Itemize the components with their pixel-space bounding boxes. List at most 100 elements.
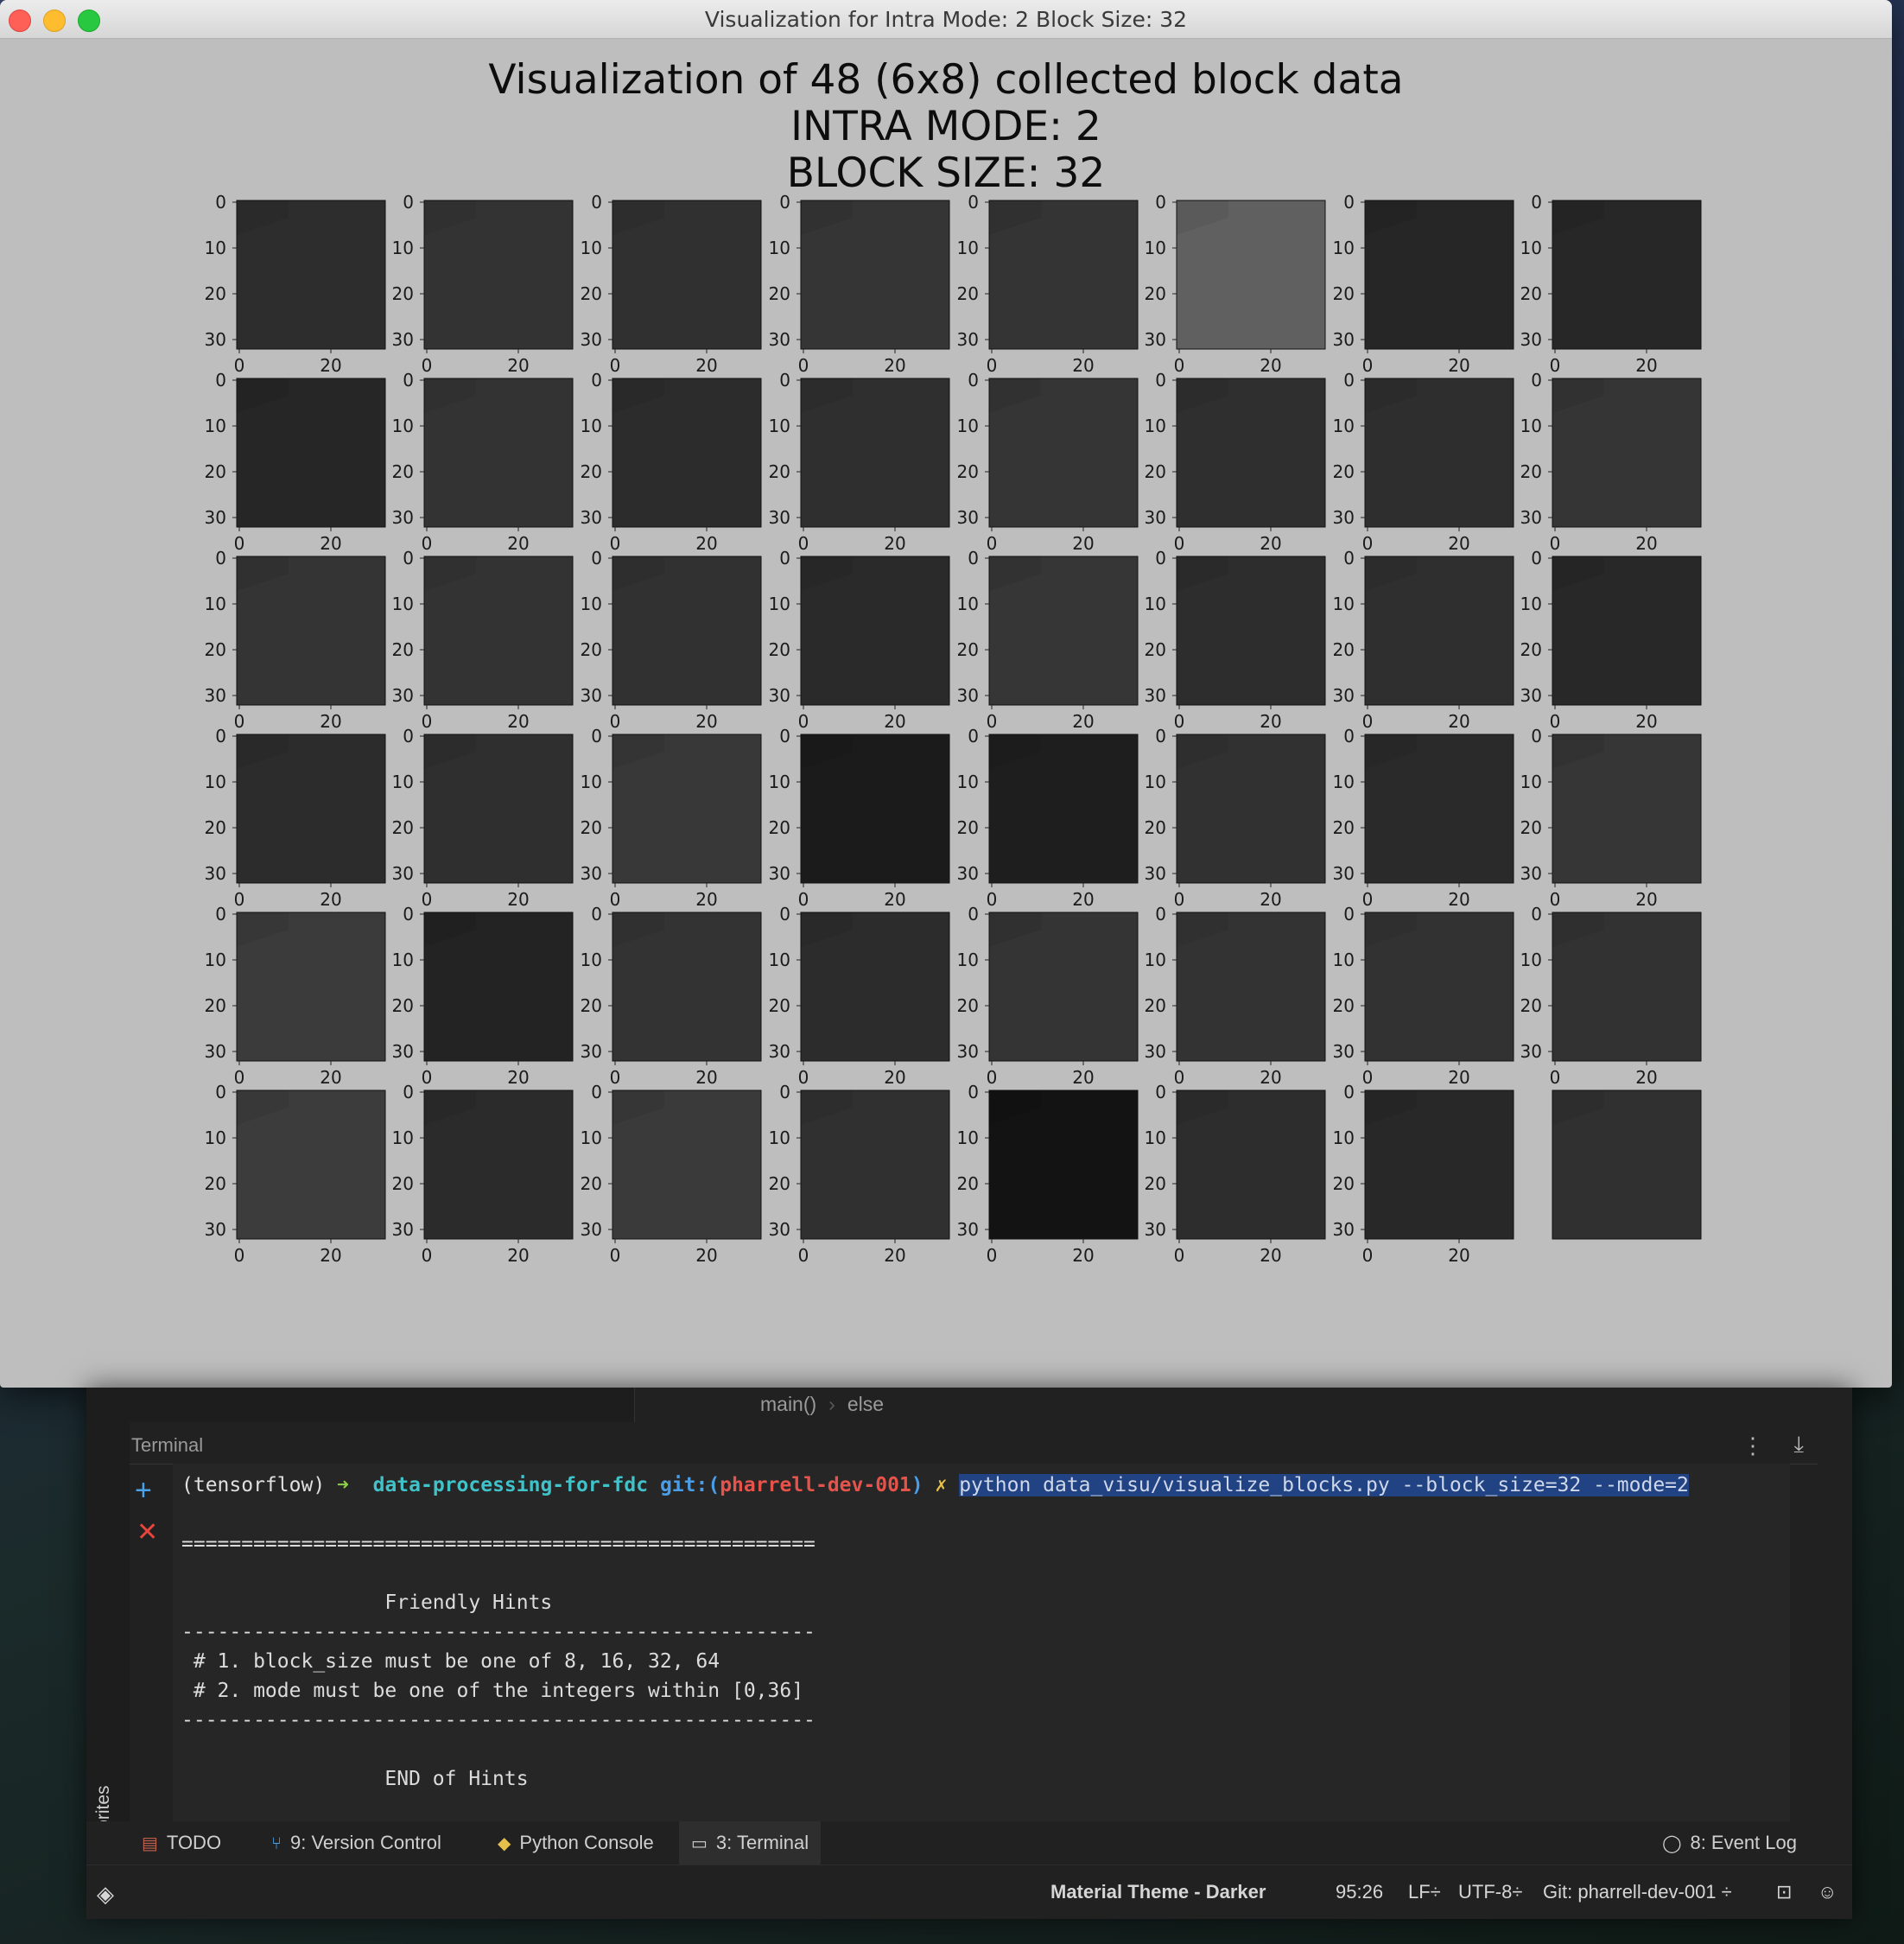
y-tick-label: 10 [1333,238,1355,258]
y-tick-label: 20 [1333,1173,1355,1194]
y-tick-label: 20 [1333,639,1355,660]
y-tick-label: 0 [1155,548,1166,569]
hide-panel-icon[interactable]: ⤓ [1794,1431,1805,1458]
y-tick-label: 30 [581,685,602,706]
y-tick-label: 30 [1520,863,1542,884]
tab-python-console[interactable]: ◆ Python Console [486,1821,666,1865]
y-tick-label: 20 [205,639,226,660]
status-line-separator[interactable]: LF÷ [1408,1881,1441,1903]
x-tick-label: 0 [1550,533,1561,554]
status-cursor-position[interactable]: 95:26 [1336,1881,1383,1903]
y-tick-label: 10 [957,416,979,436]
status-theme[interactable]: Material Theme - Darker [1050,1881,1266,1903]
y-tick-label: 30 [1333,685,1355,706]
y-tick-label: 0 [1343,370,1355,391]
y-tick-label: 0 [1531,904,1542,924]
terminal-output-line: # 1. block_size must be one of 8, 16, 32… [181,1650,720,1673]
x-tick-label: 0 [987,355,998,376]
y-tick-label: 30 [1145,507,1166,528]
y-tick-label: 20 [1333,283,1355,304]
x-tick-label: 0 [1362,533,1374,554]
y-tick-label: 20 [1145,461,1166,482]
status-encoding[interactable]: UTF-8÷ [1458,1881,1522,1903]
tab-event-log[interactable]: ◯ 8: Event Log [1650,1821,1809,1865]
block-subplot: 0 10 20 30 0 20 [205,726,386,910]
y-tick-label: 0 [591,548,602,569]
tab-todo[interactable]: ▤ TODO [130,1821,233,1865]
x-tick-label: 20 [1448,355,1469,376]
y-tick-label: 0 [403,1082,414,1102]
y-tick-label: 30 [769,329,790,350]
y-tick-label: 10 [581,1128,602,1148]
block-subplot: 0 10 20 30 0 20 [205,548,386,732]
y-tick-label: 0 [215,904,226,924]
y-tick-label: 10 [957,594,979,614]
status-git-branch[interactable]: Git: pharrell-dev-001 ÷ [1543,1881,1732,1903]
tab-terminal[interactable]: ▭ 3: Terminal [679,1821,822,1865]
x-tick-label: 20 [507,1067,529,1088]
lock-icon[interactable]: ⊡ [1776,1881,1792,1903]
terminal-output[interactable]: (tensorflow) ➜ data-processing-for-fdc g… [173,1464,1790,1821]
x-tick-label: 0 [610,1245,621,1266]
x-tick-label: 20 [1635,533,1657,554]
x-tick-label: 20 [1072,889,1094,910]
y-tick-label: 10 [1520,416,1542,436]
x-tick-label: 20 [1260,889,1281,910]
y-tick-label: 20 [957,817,979,838]
tab-label: TODO [166,1832,222,1853]
y-tick-label: 10 [205,772,226,792]
breadcrumb-item-main[interactable]: main() [760,1393,816,1415]
y-tick-label: 10 [769,238,790,258]
x-tick-label: 0 [798,533,809,554]
y-tick-label: 0 [215,726,226,746]
x-tick-label: 20 [507,533,529,554]
x-tick-label: 0 [234,889,245,910]
breadcrumb-item-else[interactable]: else [847,1393,884,1415]
inspector-icon[interactable]: ☺ [1818,1881,1837,1903]
y-tick-label: 20 [769,639,790,660]
prompt-arrow: ➜ [337,1474,349,1496]
y-tick-label: 20 [1145,639,1166,660]
x-tick-label: 0 [1174,889,1185,910]
y-tick-label: 0 [968,370,979,391]
y-tick-label: 10 [1145,594,1166,614]
terminal-output-line: END of Hints [181,1768,529,1790]
x-tick-label: 0 [1362,1067,1374,1088]
x-tick-label: 0 [1550,1067,1561,1088]
terminal-command[interactable]: python data_visu/visualize_blocks.py --b… [959,1474,1689,1496]
y-tick-label: 0 [591,370,602,391]
y-tick-label: 30 [1145,329,1166,350]
close-terminal-icon[interactable]: ✕ [136,1517,158,1547]
tab-version-control[interactable]: ⑂ 9: Version Control [259,1821,454,1865]
block-subplot: 0 10 20 30 0 20 [769,1082,950,1266]
terminal-output-line: Friendly Hints [181,1591,553,1614]
y-tick-label: 0 [1343,192,1355,213]
y-tick-label: 10 [957,772,979,792]
x-tick-label: 20 [884,355,905,376]
y-tick-label: 10 [957,950,979,970]
y-tick-label: 10 [392,772,414,792]
y-tick-label: 20 [1145,817,1166,838]
y-tick-label: 10 [769,772,790,792]
layers-icon[interactable]: ◈ [97,1881,114,1908]
x-tick-label: 20 [695,711,717,732]
y-tick-label: 20 [392,461,414,482]
y-tick-label: 0 [968,1082,979,1102]
tab-label: 8: Event Log [1690,1832,1797,1853]
y-tick-label: 0 [1155,192,1166,213]
y-tick-label: 10 [1145,416,1166,436]
x-tick-label: 20 [1635,355,1657,376]
y-tick-label: 0 [779,726,790,746]
new-terminal-icon[interactable]: + [135,1474,152,1508]
block-subplot: 0 10 20 30 0 20 [1145,548,1326,732]
more-options-icon[interactable]: ⋮ [1742,1433,1764,1459]
y-tick-label: 10 [1333,594,1355,614]
x-tick-label: 20 [320,533,341,554]
x-tick-label: 20 [1072,1245,1094,1266]
y-tick-label: 0 [779,904,790,924]
y-tick-label: 30 [769,1219,790,1240]
status-bar: ◈ Material Theme - Darker 95:26 LF÷ UTF-… [86,1865,1852,1919]
y-tick-label: 0 [1343,726,1355,746]
prompt-directory: data-processing-for-fdc [372,1474,649,1496]
x-tick-label: 0 [422,1067,433,1088]
